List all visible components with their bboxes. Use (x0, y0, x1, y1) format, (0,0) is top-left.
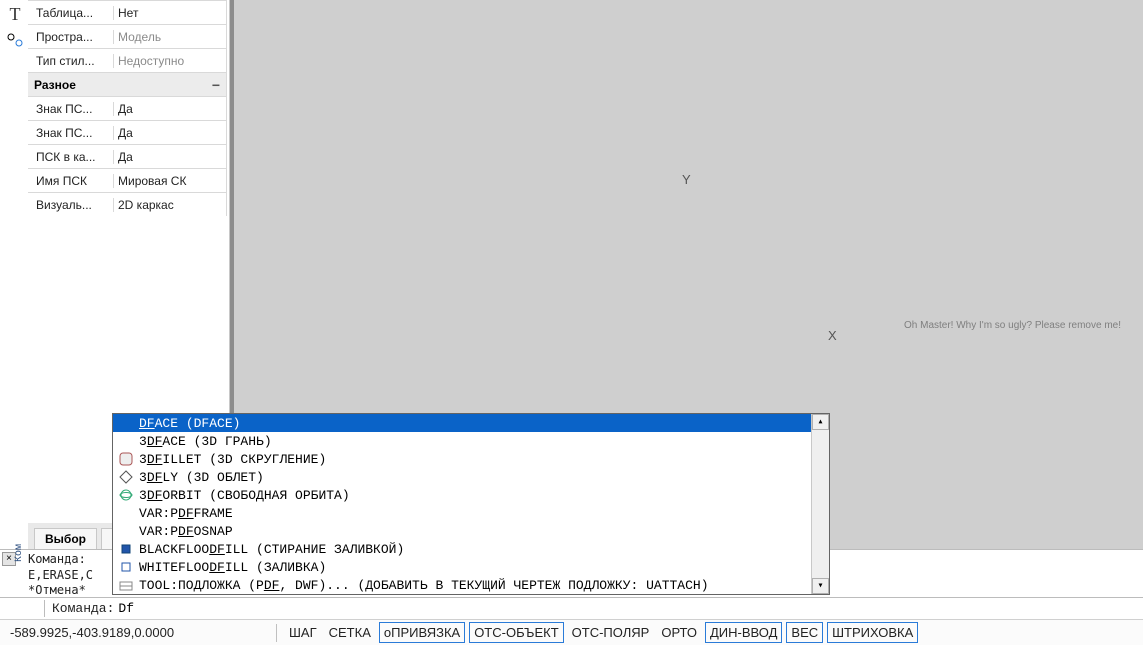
bucketw-icon (117, 559, 135, 575)
axis-x-label: X (828, 328, 837, 343)
blank-icon (117, 433, 135, 449)
property-value[interactable]: Модель (114, 30, 226, 44)
property-label: Визуаль... (28, 198, 114, 212)
autocomplete-popup: DFACE (DFACE) 3DFACE (3D ГРАНЬ) 3DFILLET (… (112, 413, 830, 595)
properties-grid: Таблица...НетПростра...МодельТип стил...… (28, 0, 227, 216)
autocomplete-item-label: 3DFILLET (3D СКРУГЛЕНИЕ) (139, 452, 326, 467)
autocomplete-item[interactable]: 3DFORBIT (СВОБОДНАЯ ОРБИТА) (113, 486, 811, 504)
status-toggle-отс-поляр[interactable]: ОТС-ПОЛЯР (568, 623, 654, 642)
autocomplete-item-label: 3DFORBIT (СВОБОДНАЯ ОРБИТА) (139, 488, 350, 503)
blank-icon (117, 505, 135, 521)
property-label: Знак ПС... (28, 126, 114, 140)
plane-icon (117, 469, 135, 485)
scroll-up-icon[interactable]: ▴ (812, 414, 829, 430)
orbit-icon (117, 487, 135, 503)
face-annotation: Oh Master! Why I'm so ugly? Please remov… (904, 320, 1121, 331)
scroll-down-icon[interactable]: ▾ (812, 578, 829, 594)
status-toggle-сетка[interactable]: СЕТКА (325, 623, 375, 642)
command-prompt: Команда: (52, 601, 114, 616)
property-label: Знак ПС... (28, 102, 114, 116)
under-icon (117, 577, 135, 593)
bucketb-icon (117, 541, 135, 557)
status-coords: -589.9925,-403.9189,0.0000 (0, 625, 270, 640)
autocomplete-item[interactable]: TOOL:ПОДЛОЖКА (PDF, DWF)... (ДОБАВИТЬ В … (113, 576, 811, 594)
autocomplete-item[interactable]: 3DFILLET (3D СКРУГЛЕНИЕ) (113, 450, 811, 468)
group-misc-label: Разное (34, 78, 76, 92)
autocomplete-item-label: VAR:PDFOSNAP (139, 524, 233, 539)
group-misc[interactable]: Разное − (28, 72, 227, 96)
markers-tool-icon[interactable] (7, 33, 23, 52)
autocomplete-item-label: DFACE (DFACE) (139, 416, 240, 431)
property-value[interactable]: Да (114, 102, 226, 116)
command-log-text: Команда: E,ERASE,С *Отмена* (28, 552, 93, 599)
autocomplete-item[interactable]: 3DFLY (3D ОБЛЕТ) (113, 468, 811, 486)
autocomplete-item[interactable]: 3DFACE (3D ГРАНЬ) (113, 432, 811, 450)
property-row[interactable]: Простра...Модель (28, 24, 227, 48)
autocomplete-item-label: BLACKFLOODFILL (СТИРАНИЕ ЗАЛИВКОЙ) (139, 542, 404, 557)
text-tool-icon[interactable]: T (10, 4, 21, 25)
property-value[interactable]: Мировая СК (114, 174, 226, 188)
status-toggle-штриховка[interactable]: ШТРИХОВКА (827, 622, 918, 643)
property-row[interactable]: ПСК в ка...Да (28, 144, 227, 168)
property-label: Простра... (28, 30, 114, 44)
property-label: ПСК в ка... (28, 150, 114, 164)
property-label: Тип стил... (28, 54, 114, 68)
autocomplete-item[interactable]: BLACKFLOODFILL (СТИРАНИЕ ЗАЛИВКОЙ) (113, 540, 811, 558)
status-toggle-шаг[interactable]: ШАГ (285, 623, 321, 642)
drawing-content (234, 0, 534, 150)
status-toggle-орто[interactable]: ОРТО (657, 623, 701, 642)
property-row[interactable]: Знак ПС...Да (28, 96, 227, 120)
autocomplete-item-label: TOOL:ПОДЛОЖКА (PDF, DWF)... (ДОБАВИТЬ В … (139, 578, 709, 593)
scroll-track[interactable] (812, 430, 829, 562)
autocomplete-item[interactable]: DFACE (DFACE) (113, 414, 811, 432)
property-value[interactable]: Да (114, 150, 226, 164)
property-value[interactable]: Недоступно (114, 54, 226, 68)
property-row[interactable]: Тип стил...Недоступно (28, 48, 227, 72)
status-toggle-дин-ввод[interactable]: ДИН-ВВОД (705, 622, 782, 643)
property-row[interactable]: Знак ПС...Да (28, 120, 227, 144)
collapse-icon[interactable]: − (212, 77, 220, 93)
autocomplete-item-label: WHITEFLOODFILL (ЗАЛИВКА) (139, 560, 326, 575)
autocomplete-item-label: VAR:PDFFRAME (139, 506, 233, 521)
command-input-row: Команда: (0, 597, 1143, 619)
blank-icon (117, 523, 135, 539)
property-row[interactable]: Таблица...Нет (28, 0, 227, 24)
fillet-icon (117, 451, 135, 467)
status-toggle-вес[interactable]: ВЕС (786, 622, 823, 643)
side-tool-strip: T (2, 0, 28, 52)
command-input[interactable] (118, 601, 1137, 616)
autocomplete-item[interactable]: WHITEFLOODFILL (ЗАЛИВКА) (113, 558, 811, 576)
axis-y-label: Y (682, 172, 691, 187)
property-row[interactable]: Имя ПСКМировая СК (28, 168, 227, 192)
status-toggle-отс-объект[interactable]: ОТС-ОБЪЕКТ (469, 622, 563, 643)
status-bar: -589.9925,-403.9189,0.0000 ШАГСЕТКАоПРИВ… (0, 619, 1143, 645)
autocomplete-item[interactable]: VAR:PDFOSNAP (113, 522, 811, 540)
status-toggle-опривязка[interactable]: оПРИВЯЗКА (379, 622, 465, 643)
autocomplete-item-label: 3DFACE (3D ГРАНЬ) (139, 434, 272, 449)
blank-icon (117, 415, 135, 431)
property-label: Имя ПСК (28, 174, 114, 188)
autocomplete-scrollbar[interactable]: ▴ ▾ (811, 414, 829, 594)
property-value[interactable]: 2D каркас (114, 198, 226, 212)
property-row[interactable]: Визуаль...2D каркас (28, 192, 227, 216)
autocomplete-item[interactable]: VAR:PDFFRAME (113, 504, 811, 522)
property-value[interactable]: Да (114, 126, 226, 140)
property-value[interactable]: Нет (114, 6, 226, 20)
autocomplete-item-label: 3DFLY (3D ОБЛЕТ) (139, 470, 264, 485)
command-log-tab[interactable]: Ком (14, 538, 25, 568)
property-label: Таблица... (28, 6, 114, 20)
status-divider (276, 624, 277, 642)
tab-selection[interactable]: Выбор (34, 528, 97, 549)
